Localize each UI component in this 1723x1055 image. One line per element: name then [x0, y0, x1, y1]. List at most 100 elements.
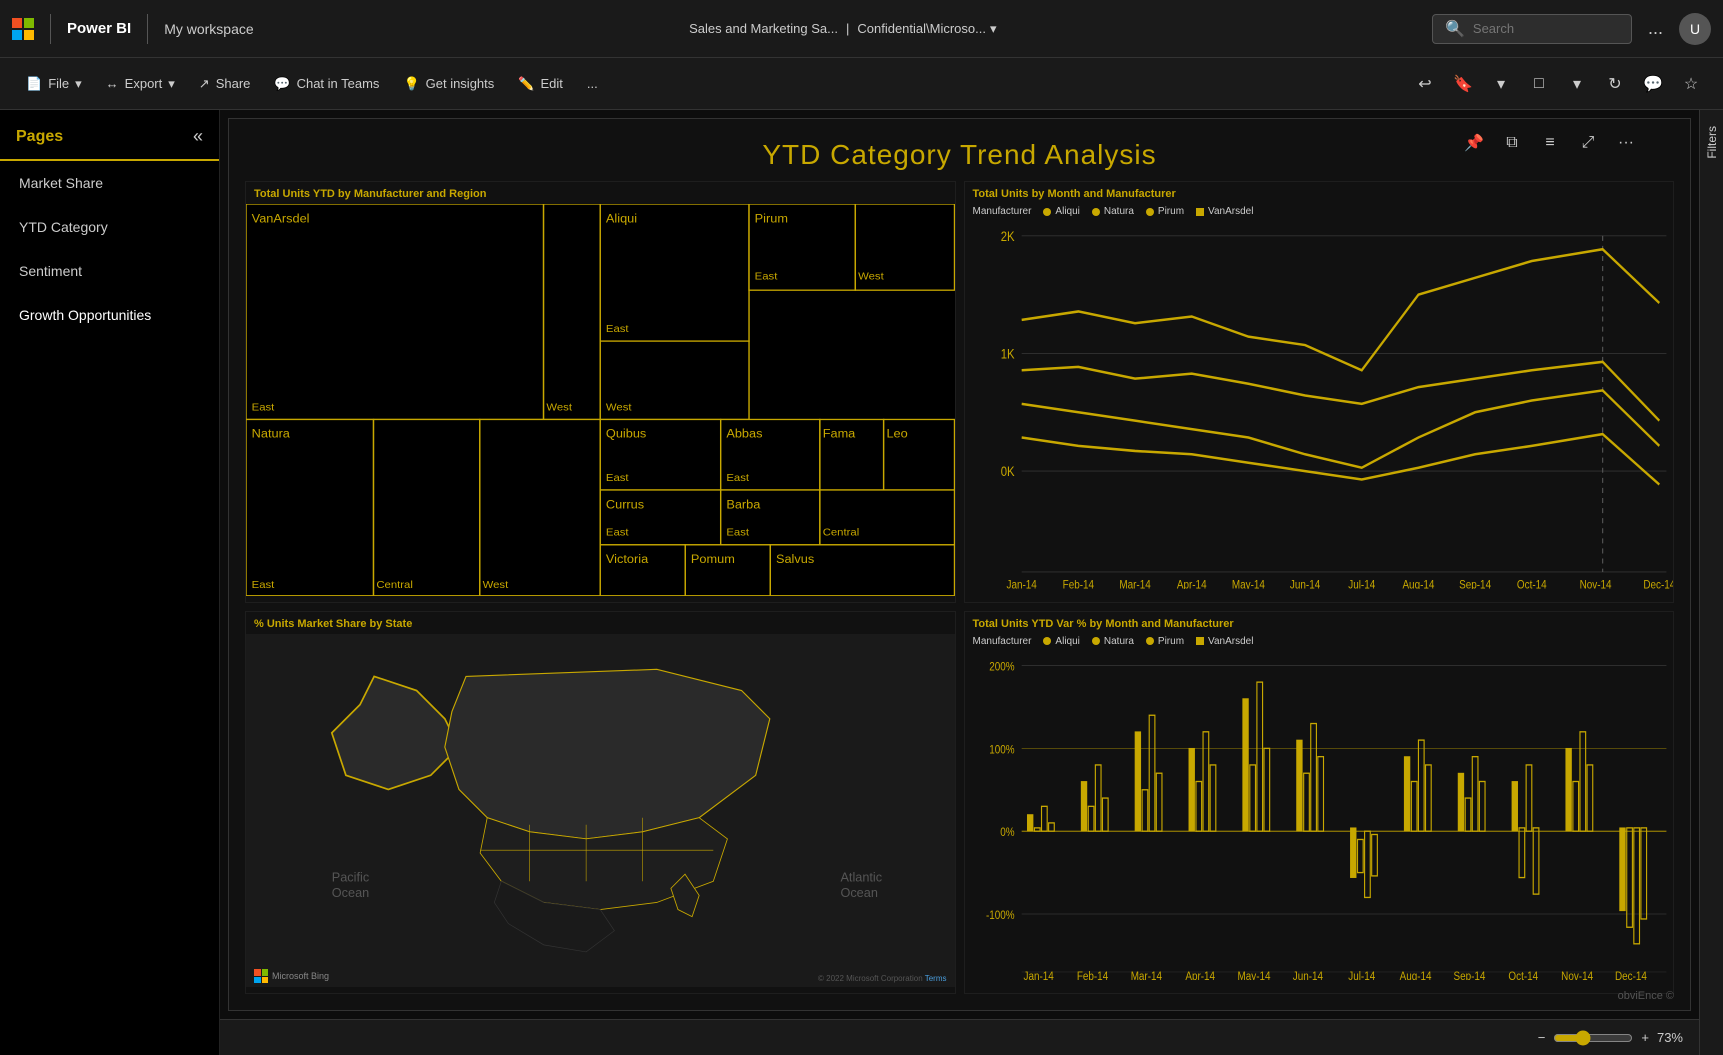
svg-text:100%: 100% [989, 743, 1015, 756]
expand-button[interactable]: ⤢ [1572, 127, 1604, 159]
workspace-label[interactable]: My workspace [164, 21, 253, 37]
more-visual-button[interactable]: ··· [1610, 127, 1642, 159]
bar-legend-vanarsdel: VanArsdel [1196, 636, 1253, 647]
svg-text:Central: Central [376, 579, 413, 591]
zoom-level: 73% [1657, 1030, 1683, 1045]
microsoft-logo[interactable] [12, 18, 34, 40]
copy-button[interactable]: ⧉ [1496, 127, 1528, 159]
brand-divider [147, 14, 148, 44]
chevron-down-icon: ▾ [75, 76, 82, 92]
export-button[interactable]: ↔ Export ▾ [96, 70, 185, 98]
svg-text:Feb-14: Feb-14 [1062, 579, 1093, 589]
svg-text:Aug-14: Aug-14 [1399, 970, 1431, 980]
edit-button[interactable]: ✏️ Edit [508, 70, 573, 98]
svg-text:Aliqui: Aliqui [606, 212, 637, 225]
refresh-button[interactable]: ↻ [1599, 68, 1631, 100]
edit-icon: ✏️ [518, 76, 534, 92]
chevron-down-icon: ▾ [990, 21, 997, 37]
line-chart-panel: Total Units by Month and Manufacturer Ma… [964, 181, 1675, 603]
charts-grid: Total Units YTD by Manufacturer and Regi… [229, 181, 1690, 1002]
svg-text:Apr-14: Apr-14 [1176, 579, 1206, 589]
svg-text:Apr-14: Apr-14 [1185, 970, 1215, 980]
svg-text:East: East [606, 323, 629, 335]
main-layout: Pages « Market Share YTD Category Sentim… [0, 110, 1723, 1055]
legend-aliqui: Aliqui [1043, 206, 1079, 217]
zoom-slider[interactable] [1553, 1030, 1633, 1046]
avatar-initials: U [1690, 21, 1700, 37]
legend-manufacturer-label: Manufacturer [973, 206, 1032, 217]
filters-label[interactable]: Filters [1705, 118, 1719, 167]
svg-text:Leo: Leo [886, 427, 907, 440]
svg-text:Quibus: Quibus [606, 427, 646, 440]
legend-pirum: Pirum [1146, 206, 1184, 217]
bing-label: Microsoft Bing [272, 971, 329, 981]
sidebar-collapse-button[interactable]: « [193, 126, 203, 147]
share-button[interactable]: ↗ Share [189, 70, 261, 98]
svg-text:Jun-14: Jun-14 [1292, 970, 1322, 980]
zoom-out-button[interactable]: − [1538, 1030, 1546, 1045]
svg-text:Salvus: Salvus [776, 553, 814, 566]
svg-text:1K: 1K [1000, 347, 1015, 362]
line-chart-legend: Manufacturer Aliqui Natura Pirum [965, 204, 1674, 219]
svg-text:Jan-14: Jan-14 [1023, 970, 1053, 980]
filter-icon-button[interactable]: ≡ [1534, 127, 1566, 159]
filters-panel[interactable]: Filters [1699, 110, 1723, 1055]
frame-button[interactable]: □ [1523, 68, 1555, 100]
pin-button[interactable]: 📌 [1458, 127, 1490, 159]
bar-legend-aliqui: Aliqui [1043, 636, 1079, 647]
search-input[interactable] [1473, 21, 1613, 36]
svg-text:Nov-14: Nov-14 [1561, 970, 1593, 980]
svg-text:Victoria: Victoria [606, 553, 648, 566]
svg-text:Pirum: Pirum [755, 212, 788, 225]
watermark: obviEnce © [1618, 990, 1674, 1002]
insights-button[interactable]: 💡 Get insights [393, 70, 504, 98]
frame-chevron-icon[interactable]: ▾ [1561, 68, 1593, 100]
svg-text:Central: Central [823, 527, 860, 539]
svg-text:Pomum: Pomum [691, 553, 735, 566]
search-box[interactable]: 🔍 [1432, 14, 1632, 44]
zoom-control: − + 73% [1538, 1030, 1683, 1046]
map-container[interactable]: Pacific Ocean Atlantic Ocean NORTH AMERI… [246, 634, 955, 987]
sidebar-item-sentiment[interactable]: Sentiment [0, 249, 219, 293]
bar-legend-natura: Natura [1092, 636, 1134, 647]
comment-button[interactable]: 💬 [1637, 68, 1669, 100]
teams-icon: 💬 [274, 76, 290, 92]
undo-button[interactable]: ↩ [1409, 68, 1441, 100]
sidebar-item-growth-opportunities[interactable]: Growth Opportunities [0, 293, 219, 337]
bookmark-button[interactable]: 🔖 [1447, 68, 1479, 100]
svg-text:Sep-14: Sep-14 [1453, 970, 1485, 980]
zoom-in-button[interactable]: + [1641, 1030, 1649, 1045]
svg-text:Jan-14: Jan-14 [1006, 579, 1036, 589]
top-bar: Power BI My workspace Sales and Marketin… [0, 0, 1723, 58]
svg-text:Sep-14: Sep-14 [1459, 579, 1491, 589]
sidebar-title: Pages [16, 128, 63, 146]
more-toolbar-button[interactable]: ... [577, 70, 608, 97]
svg-text:West: West [606, 402, 632, 414]
report-name: Sales and Marketing Sa... [689, 21, 838, 36]
line-chart-container[interactable]: 2K 1K 0K [965, 219, 1674, 589]
avatar[interactable]: U [1679, 13, 1711, 45]
svg-text:Oct-14: Oct-14 [1516, 579, 1546, 589]
sidebar-item-ytd-category[interactable]: YTD Category [0, 205, 219, 249]
treemap-container[interactable]: VanArsdel East West Natura East Central [246, 204, 955, 596]
svg-text:West: West [483, 579, 509, 591]
file-button[interactable]: 📄 File ▾ [16, 70, 92, 98]
svg-text:Mar-14: Mar-14 [1119, 579, 1150, 589]
svg-text:Pacific: Pacific [332, 869, 370, 884]
svg-text:Jun-14: Jun-14 [1289, 579, 1319, 589]
search-icon: 🔍 [1445, 19, 1465, 39]
svg-text:May-14: May-14 [1231, 579, 1264, 589]
svg-text:200%: 200% [989, 661, 1015, 674]
bar-chart-container[interactable]: 200% 100% 0% -100% [965, 649, 1674, 980]
svg-text:Barba: Barba [726, 498, 760, 511]
svg-text:Abbas: Abbas [726, 427, 762, 440]
svg-text:West: West [858, 271, 884, 283]
chat-button[interactable]: 💬 Chat in Teams [264, 70, 389, 98]
more-options-button[interactable]: ... [1640, 18, 1671, 39]
sensitivity-label[interactable]: Confidential\Microso... ▾ [857, 21, 996, 37]
sidebar-item-market-share[interactable]: Market Share [0, 161, 219, 205]
legend-vanarsdel: VanArsdel [1196, 206, 1253, 217]
chevron-down-icon[interactable]: ▾ [1485, 68, 1517, 100]
favorite-button[interactable]: ☆ [1675, 68, 1707, 100]
bar-chart-title: Total Units YTD Var % by Month and Manuf… [965, 612, 1674, 634]
